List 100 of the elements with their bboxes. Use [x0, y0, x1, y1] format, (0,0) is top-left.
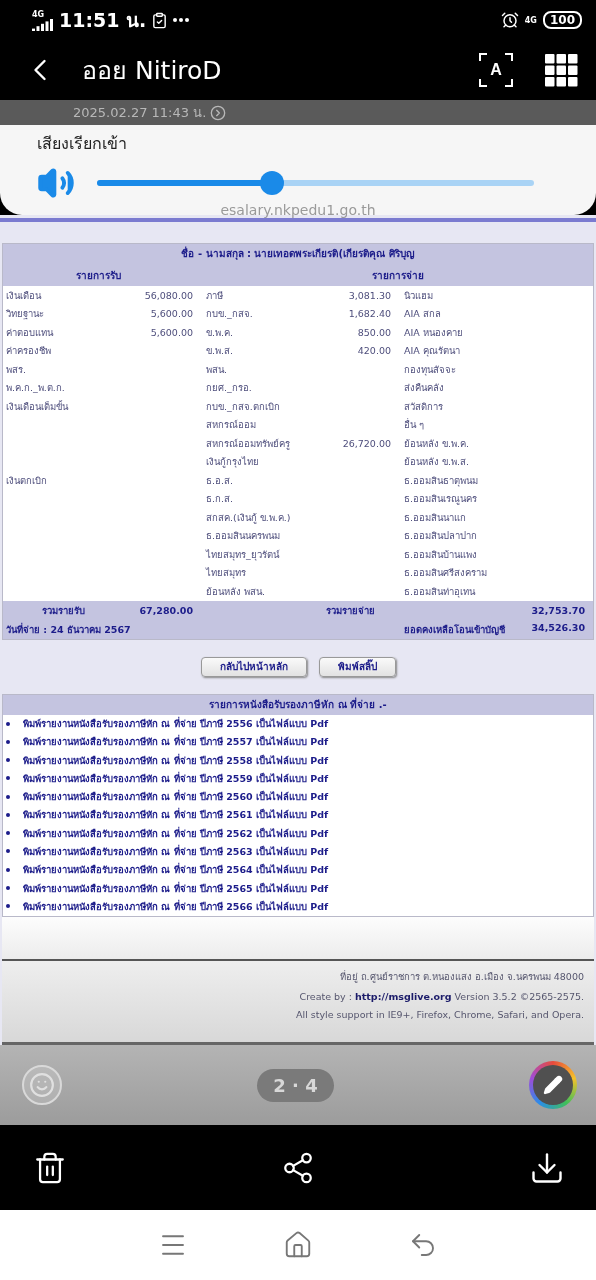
bullet-icon: [6, 867, 10, 872]
deduction-item: ไทยสมุทร_ยุวรัตน์: [204, 547, 281, 562]
page-indicator: 2 · 4: [257, 1068, 334, 1102]
income-total-label: รวมรายรับ: [40, 603, 86, 618]
deduction-item: ธ.ออมสินเรณูนคร: [403, 492, 479, 507]
bullet-icon: [6, 794, 10, 799]
balance-amount: 34,526.30: [531, 621, 585, 635]
income-item: พสร.: [5, 362, 28, 377]
volume-label: เสียงเรียกเข้า: [37, 133, 128, 155]
edit-button[interactable]: [529, 1061, 577, 1109]
page-button[interactable]: พิมพ์สลิ๊ป: [318, 656, 396, 677]
url-text: esalary.nkpedu1.go.th: [220, 202, 376, 218]
deduction-item: ข.พ.ส.: [205, 344, 235, 359]
pay-date: วันที่จ่าย : 24 ธันวาคม 2567: [5, 621, 132, 637]
battery-indicator: 100: [542, 11, 582, 29]
deduction-item: ธ.ออมสินปลาปาก: [403, 529, 479, 544]
deduction-item: ธ.ออมสินศรีสงคราม: [403, 566, 489, 581]
deduction-item: ธ.ออมสินนาแก: [403, 510, 468, 525]
deduction-item: ธ.ออมสินท่าอุเทน: [403, 584, 477, 599]
income-amount: 5,600.00: [149, 326, 193, 338]
deduction-item: สวัสดิการ: [403, 399, 444, 414]
deduction-item: กบข._กสจ.ตกเบิก: [205, 399, 281, 414]
bullet-icon: [6, 758, 10, 763]
more-notifications-icon: [173, 18, 190, 22]
deduction-item: ย้อนหลัง พสน.: [205, 584, 267, 599]
deduction-item: ธ.ออมสินนครพนม: [205, 529, 282, 544]
deduction-amount: 3,081.30: [347, 289, 391, 301]
chevron-circle-icon[interactable]: [210, 104, 227, 121]
deduction-item: ธ.ก.ส.: [205, 492, 235, 507]
alarm-icon: [500, 11, 519, 29]
certificate-link[interactable]: พิมพ์รายงานหนังสือรับรองภาษีหัก ณ ที่จ่าย ปีภาษี 2560 เป็นไฟล์แบบ Pdf: [23, 789, 329, 805]
volume-thumb[interactable]: [259, 171, 284, 195]
deduction-item: ธ.ออมสินธาตุพนม: [403, 473, 480, 488]
deduction-item: ธ.ออมสินบ้านแพง: [403, 547, 479, 562]
data-type-label: 4G: [524, 15, 537, 25]
deduction-item: อื่น ๆ: [403, 417, 426, 433]
deduction-amount: 1,682.40: [347, 308, 391, 320]
deduction-item: กบข._กสจ.: [205, 307, 254, 322]
deduction-item: กองทุนสัจจะ: [403, 362, 457, 377]
page-button[interactable]: กลับไปหน้าหลัก: [200, 656, 307, 677]
income-heading: รายการรับ: [74, 268, 122, 283]
credit-link[interactable]: http://msglive.org: [355, 990, 452, 1002]
income-total: 67,280.00: [138, 604, 193, 616]
home-button[interactable]: [283, 1230, 313, 1260]
network-label: 4G: [32, 9, 45, 19]
deduction-item: AIA หนองคาย: [403, 325, 464, 340]
certificate-link[interactable]: พิมพ์รายงานหนังสือรับรองภาษีหัก ณ ที่จ่าย ปีภาษี 2557 เป็นไฟล์แบบ Pdf: [23, 734, 329, 750]
certificate-link[interactable]: พิมพ์รายงานหนังสือรับรองภาษีหัก ณ ที่จ่าย ปีภาษี 2556 เป็นไฟล์แบบ Pdf: [23, 716, 329, 732]
deduction-item: พสน.: [205, 362, 229, 377]
deduction-amount: 420.00: [356, 345, 391, 357]
deduction-total: 32,753.70: [531, 604, 585, 616]
signal-icon: [32, 18, 54, 31]
text-recognition-button[interactable]: A: [479, 53, 513, 87]
clock: 11:51 น.: [59, 8, 147, 33]
bullet-icon: [6, 886, 10, 890]
certificate-link[interactable]: พิมพ์รายงานหนังสือรับรองภาษีหัก ณ ที่จ่าย ปีภาษี 2566 เป็นไฟล์แบบ Pdf: [23, 898, 329, 914]
smiley-icon: [29, 1072, 55, 1098]
certificate-link[interactable]: พิมพ์รายงานหนังสือรับรองภาษีหัก ณ ที่จ่าย ปีภาษี 2563 เป็นไฟล์แบบ Pdf: [23, 844, 329, 859]
bullet-icon: [6, 776, 10, 781]
income-item: วิทยฐานะ: [5, 307, 45, 322]
conversation-title: ออย NitiroD: [82, 55, 223, 87]
certificate-heading: รายการหนังสือรับรองภาษีหัก ณ ที่จ่าย .-: [3, 694, 593, 715]
certificate-link[interactable]: พิมพ์รายงานหนังสือรับรองภาษีหัก ณ ที่จ่าย ปีภาษี 2559 เป็นไฟล์แบบ Pdf: [23, 770, 329, 786]
deduction-item: ส่งคืนคลัง: [403, 381, 445, 396]
deduction-item: กยศ._กรอ.: [205, 381, 253, 396]
deduction-item: AIA คุณรัตนา: [403, 344, 461, 359]
income-item: เงินตกเบิก: [5, 473, 48, 488]
deduction-item: ภาษี: [205, 288, 224, 303]
deduction-item: ไทยสมุทร: [204, 566, 247, 581]
certificate-link[interactable]: พิมพ์รายงานหนังสือรับรองภาษีหัก ณ ที่จ่าย ปีภาษี 2561 เป็นไฟล์แบบ Pdf: [23, 807, 329, 823]
bullet-icon: [6, 721, 10, 726]
deduction-item: สกสค.(เงินกู้ ข.พ.ค.): [205, 510, 292, 525]
deduction-item: ธ.อ.ส.: [205, 473, 235, 488]
support-text: All style support in IE9+, Firefox, Chrome, Safari, and Opera.: [296, 1008, 584, 1020]
bullet-icon: [6, 739, 10, 744]
certificate-link[interactable]: พิมพ์รายงานหนังสือรับรองภาษีหัก ณ ที่จ่าย ปีภาษี 2562 เป็นไฟล์แบบ Pdf: [23, 825, 329, 841]
income-item: พ.ค.ก._พ.ต.ก.: [5, 381, 66, 396]
bullet-icon: [6, 831, 10, 836]
grid-button[interactable]: [545, 53, 578, 87]
grid-icon: [545, 53, 578, 87]
timestamp: 2025.02.27 11:43 น.: [73, 104, 207, 122]
income-item: ค่าครองชีพ: [5, 344, 52, 359]
deduction-item: เงินกู้กรุงไทย: [205, 455, 260, 470]
credit-text: Create by : http://msglive.org Version 3.5.2 ©2565-2575.: [299, 990, 584, 1002]
pencil-icon: [543, 1075, 563, 1095]
certificate-link[interactable]: พิมพ์รายงานหนังสือรับรองภาษีหัก ณ ที่จ่าย ปีภาษี 2564 เป็นไฟล์แบบ Pdf: [23, 862, 329, 878]
deduction-total-label: รวมรายจ่าย: [325, 603, 376, 618]
certificate-link[interactable]: พิมพ์รายงานหนังสือรับรองภาษีหัก ณ ที่จ่าย ปีภาษี 2558 เป็นไฟล์แบบ Pdf: [23, 752, 329, 768]
deduction-item: AIA สกล: [403, 307, 442, 322]
deduction-item: ย้อนหลัง ข.พ.ค.: [403, 436, 471, 451]
deduction-heading: รายการจ่าย: [371, 268, 425, 283]
deduction-item: สหกรณ์ออมทรัพย์ครู: [205, 436, 291, 451]
deduction-item: ข.พ.ค.: [205, 325, 235, 340]
delete-button[interactable]: [33, 1150, 67, 1185]
certificate-link[interactable]: พิมพ์รายงานหนังสือรับรองภาษีหัก ณ ที่จ่าย ปีภาษี 2565 เป็นไฟล์แบบ Pdf: [23, 880, 329, 896]
share-button[interactable]: [281, 1150, 315, 1185]
income-item: เงินเดือน: [5, 288, 43, 303]
income-amount: 56,080.00: [143, 289, 193, 301]
deduction-amount: 26,720.00: [341, 437, 391, 449]
balance-label: ยอดคงเหลือโอนเข้าบัญชี: [403, 622, 505, 637]
